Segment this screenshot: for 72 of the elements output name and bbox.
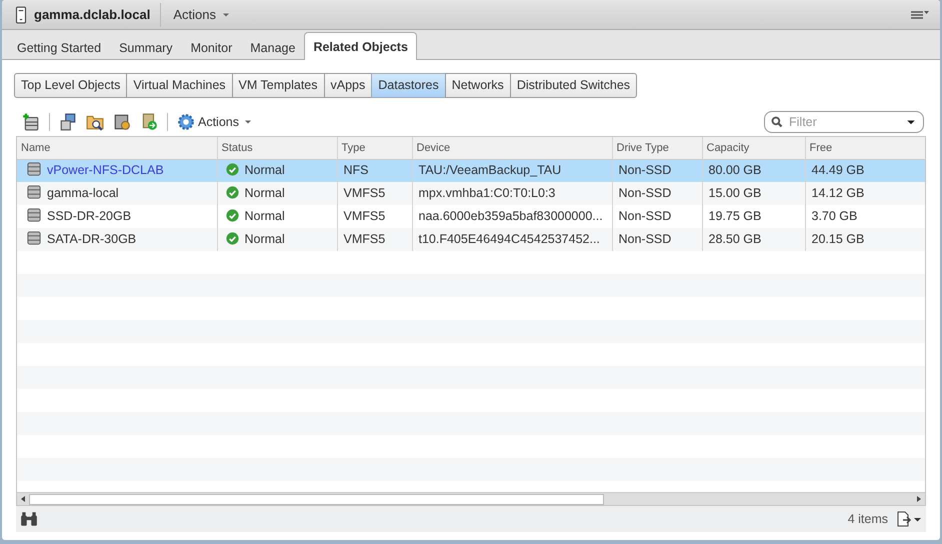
table-cell: 80.00 GB — [708, 163, 762, 178]
table-cell: Non-SSD — [618, 232, 672, 246]
tab[interactable]: Manage — [241, 34, 304, 60]
object-type-tab[interactable]: Datastores — [371, 73, 446, 98]
datastore-icon — [27, 231, 41, 246]
table-cell: 15.00 GB — [708, 186, 762, 200]
actions-menu[interactable]: Actions — [161, 4, 244, 24]
table-row[interactable]: gamma-local Normal VMFS5 mpx.vmhba1:C0:T0:L0:3 Non-SSD 15.00 GB 14.12 GB — [17, 182, 925, 205]
add-datastore-icon[interactable] — [22, 113, 40, 131]
column-header[interactable]: Free — [805, 137, 925, 159]
table-cell: Normal — [244, 163, 285, 178]
column-header[interactable]: Capacity — [702, 137, 805, 159]
object-type-tab[interactable]: Top Level Objects — [14, 73, 128, 98]
object-type-tab[interactable]: VM Templates — [232, 73, 325, 98]
table-cell: VMFS5 — [344, 209, 386, 224]
column-header[interactable]: Device — [412, 137, 612, 159]
gear-icon — [177, 113, 195, 131]
check-circle-icon — [226, 186, 238, 200]
datastore-name: SATA-DR-30GB — [47, 232, 136, 246]
object-type-tab[interactable]: Networks — [444, 73, 511, 98]
table-cell: naa.6000eb359a5baf83000000... — [418, 209, 603, 224]
column-header[interactable]: Name — [17, 137, 217, 159]
datastore-icon — [27, 208, 41, 222]
table-cell: t10.F405E46494C4542537452... — [418, 232, 600, 246]
table-cell: NFS — [344, 163, 368, 178]
object-type-tab[interactable]: vApps — [324, 73, 372, 98]
check-circle-icon — [226, 232, 238, 246]
column-header[interactable]: Status — [217, 137, 337, 159]
tab[interactable]: Monitor — [182, 34, 242, 60]
object-type-tab[interactable]: Distributed Switches — [510, 73, 638, 98]
datastore-icon — [27, 185, 41, 200]
filter-field[interactable]: Filter — [764, 111, 924, 133]
column-header[interactable]: Type — [337, 137, 412, 159]
search-icon — [771, 116, 783, 128]
horizontal-scrollbar[interactable] — [17, 492, 925, 505]
table-cell: Normal — [244, 232, 285, 246]
copy-icon[interactable] — [59, 113, 77, 131]
tab[interactable]: Related Objects — [304, 32, 417, 60]
table-cell: Non-SSD — [618, 186, 672, 200]
table-cell: mpx.vmhba1:C0:T0:L0:3 — [418, 186, 556, 200]
check-circle-icon — [226, 209, 238, 222]
table-cell: Normal — [244, 186, 285, 200]
tab[interactable]: Summary — [110, 34, 182, 60]
table-row[interactable]: SATA-DR-30GB Normal VMFS5 t10.F405E46494C4542537452... Non-SSD 28.50 GB 20.15 GB — [17, 228, 925, 251]
table-cell: 14.12 GB — [812, 186, 864, 200]
folder-search-icon[interactable] — [86, 113, 104, 131]
item-count: 4 items — [848, 510, 888, 528]
table-cell: 19.75 GB — [708, 209, 762, 224]
host-title: gamma.dclab.local — [33, 6, 152, 24]
table-cell: Non-SSD — [618, 163, 672, 178]
move-icon[interactable] — [140, 113, 158, 131]
check-circle-icon — [226, 163, 238, 176]
datastore-name: vPower-NFS-DCLAB — [47, 163, 164, 178]
table-cell: 44.49 GB — [812, 163, 864, 178]
table-cell: VMFS5 — [344, 232, 386, 246]
object-type-tab[interactable]: Virtual Machines — [126, 73, 233, 98]
datastore-name: gamma-local — [47, 186, 119, 200]
table-cell: Normal — [244, 209, 285, 224]
binoculars-icon[interactable] — [20, 510, 38, 528]
datastore-name: SSD-DR-20GB — [47, 209, 132, 224]
table-row[interactable]: vPower-NFS-DCLAB Normal NFS TAU:/VeeamBackup_TAU Non-SSD 80.00 GB 44.49 GB — [17, 159, 925, 182]
actions-menu[interactable]: Actions — [177, 112, 254, 132]
column-header[interactable]: Drive Type — [612, 137, 702, 159]
table-cell: 20.15 GB — [812, 232, 864, 246]
datastore-icon — [27, 162, 41, 176]
table-cell: 28.50 GB — [708, 232, 762, 246]
table-cell: 3.70 GB — [812, 209, 858, 224]
tab[interactable]: Getting Started — [8, 34, 110, 60]
table-cell: Non-SSD — [618, 209, 672, 224]
gear-datastore-icon[interactable] — [113, 113, 131, 131]
table-cell: TAU:/VeeamBackup_TAU — [418, 163, 562, 178]
table-cell: VMFS5 — [344, 186, 386, 200]
